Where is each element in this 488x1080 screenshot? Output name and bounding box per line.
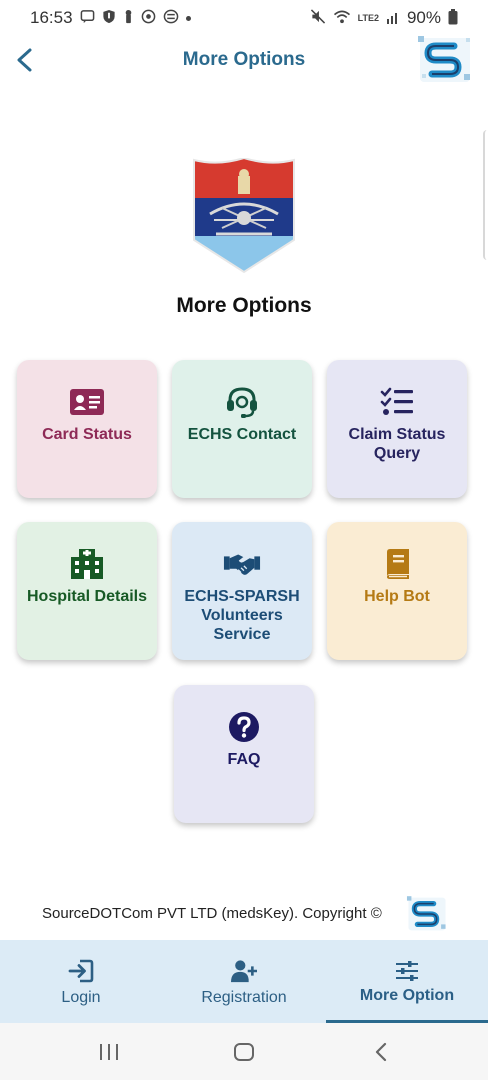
status-time: 16:53 bbox=[30, 8, 73, 27]
shield-icon bbox=[102, 9, 116, 27]
bottom-navigation: Login Registration More Option bbox=[0, 940, 488, 1023]
headset-icon bbox=[223, 385, 261, 419]
hospital-icon bbox=[68, 547, 106, 581]
home-button[interactable] bbox=[232, 1041, 256, 1063]
help-bot-button[interactable]: Help Bot bbox=[327, 522, 467, 660]
battery-percent: 90% bbox=[406, 8, 441, 27]
mute-icon bbox=[310, 9, 326, 27]
handshake-icon bbox=[223, 547, 261, 581]
card-status-label: Card Status bbox=[42, 426, 132, 443]
system-back-icon bbox=[375, 1042, 387, 1062]
nav-login[interactable]: Login bbox=[0, 940, 162, 1023]
hospital-details-button[interactable]: Hospital Details bbox=[17, 522, 157, 660]
echs-sparsh-volunteers-service-button[interactable]: ECHS-SPARSH Volunteers Service bbox=[172, 522, 312, 660]
claim-status-query-button[interactable]: Claim Status Query bbox=[327, 360, 467, 498]
login-icon bbox=[68, 958, 94, 984]
status-bar-left: 16:53 bbox=[30, 8, 191, 28]
message-icon bbox=[80, 9, 95, 27]
notification-dot-icon bbox=[185, 15, 191, 21]
help-bot-label: Help Bot bbox=[364, 588, 430, 605]
id-card-icon bbox=[68, 385, 106, 419]
footer: SourceDOTCom PVT LTD (medsKey). Copyrigh… bbox=[0, 896, 488, 936]
faq-label: FAQ bbox=[227, 751, 261, 768]
sliders-icon bbox=[394, 958, 420, 984]
copyright-text: SourceDOTCom PVT LTD (medsKey). Copyrigh… bbox=[42, 905, 382, 922]
system-navigation-bar bbox=[0, 1023, 488, 1080]
claim-status-query-label: Claim Status Query bbox=[348, 426, 446, 462]
question-icon bbox=[225, 710, 263, 744]
page-heading: More Options bbox=[176, 294, 312, 317]
footer-logo-icon bbox=[404, 894, 450, 934]
echs-contact-label: ECHS Contact bbox=[187, 426, 297, 443]
nav-more-option-label: More Option bbox=[359, 987, 455, 1004]
sync-icon bbox=[141, 9, 156, 27]
card-status-button[interactable]: Card Status bbox=[17, 360, 157, 498]
recent-apps-icon bbox=[100, 1044, 118, 1060]
signal-icon bbox=[386, 10, 400, 27]
checklist-icon bbox=[378, 385, 416, 419]
nav-registration[interactable]: Registration bbox=[163, 940, 325, 1023]
status-bar: 16:53 LTE2 90% bbox=[0, 0, 488, 36]
book-icon bbox=[378, 547, 416, 581]
home-icon bbox=[234, 1043, 254, 1061]
system-back-button[interactable] bbox=[370, 1041, 394, 1063]
echs-emblem bbox=[192, 156, 296, 274]
wifi-icon bbox=[333, 9, 351, 27]
app-logo-icon bbox=[414, 34, 476, 86]
nav-login-label: Login bbox=[61, 989, 101, 1006]
echs-sparsh-volunteers-label: ECHS-SPARSH Volunteers Service bbox=[184, 588, 300, 643]
app-header: More Options bbox=[0, 36, 488, 86]
network-label: LTE2 bbox=[357, 12, 379, 23]
echs-contact-button[interactable]: ECHS Contact bbox=[172, 360, 312, 498]
faq-button[interactable]: FAQ bbox=[174, 685, 314, 823]
nav-more-option[interactable]: More Option bbox=[326, 940, 488, 1023]
scroll-edge-indicator bbox=[483, 130, 488, 260]
status-bar-right: LTE2 90% bbox=[310, 8, 458, 28]
data-icon bbox=[163, 9, 179, 27]
battery-icon bbox=[448, 8, 458, 28]
add-user-icon bbox=[231, 958, 257, 984]
hospital-details-label: Hospital Details bbox=[26, 588, 148, 605]
lock-icon bbox=[123, 9, 134, 27]
nav-registration-label: Registration bbox=[201, 989, 287, 1006]
recent-apps-button[interactable] bbox=[97, 1041, 121, 1063]
